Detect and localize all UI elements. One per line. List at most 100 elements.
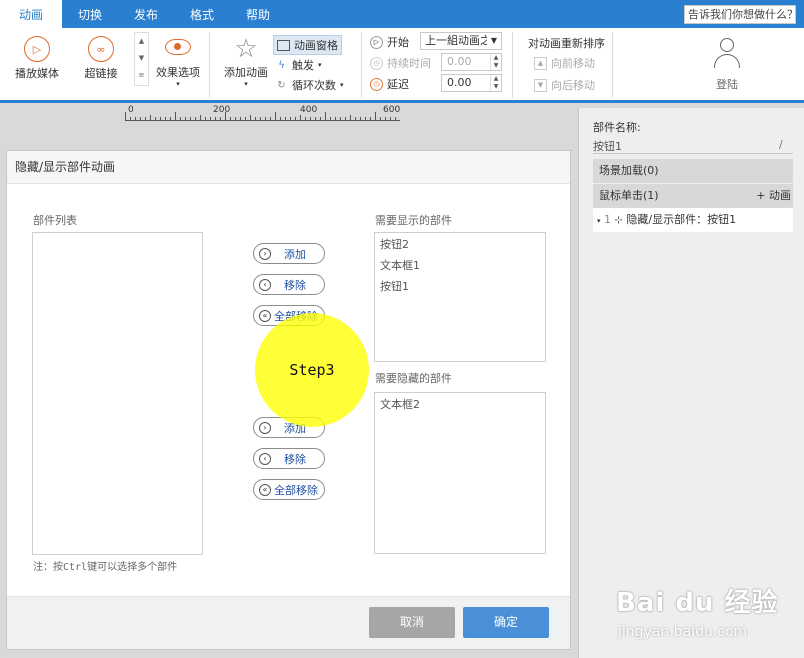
component-name-label: 部件名称: — [593, 121, 641, 134]
ruler-label: 600 — [383, 105, 401, 115]
mouse-click-section[interactable]: 鼠标单击(1) + 动画 — [593, 184, 793, 208]
remove-label: 移除 — [284, 278, 306, 292]
move-earlier-label: 向前移动 — [551, 57, 595, 70]
step-highlight: Step3 — [255, 313, 369, 427]
play-icon: ▷ — [24, 36, 50, 62]
stepper-arrows-icon[interactable]: ▲ ▼ — [490, 54, 501, 70]
components-list[interactable] — [32, 232, 203, 555]
list-item[interactable]: 文本框2 — [375, 394, 545, 415]
add-label: 添加 — [284, 247, 306, 261]
dialog-title: 隐藏/显示部件动画 — [7, 151, 570, 184]
move-later-label: 向后移动 — [551, 79, 595, 92]
delay-stepper[interactable]: 0.00 ▲ ▼ — [441, 74, 502, 92]
delay-value: 0.00 — [447, 76, 472, 89]
animation-pane-button[interactable]: 动画窗格 — [273, 35, 342, 55]
add-animation-label: 添加动画 — [224, 66, 268, 79]
chevron-left-icon: ‹ — [259, 452, 271, 465]
trigger-label: 触发 — [292, 59, 314, 72]
list-item[interactable]: 文本框1 — [375, 255, 545, 276]
divider — [612, 32, 613, 98]
animation-list-item[interactable]: ▾ 1 ⊹ 隐藏/显示部件：按钮1 — [593, 208, 793, 232]
divider — [512, 32, 513, 98]
duration-text: 持续时间 — [387, 57, 431, 70]
double-chevron-left-icon: « — [259, 309, 271, 322]
arrow-down-icon: ▼ — [534, 78, 547, 92]
link-icon: ∞ — [88, 36, 114, 62]
move-later-button[interactable]: ▼ 向后移动 — [534, 77, 595, 93]
horizontal-ruler: 0 200 400 600 — [125, 105, 400, 121]
chevron-left-icon: ‹ — [259, 278, 271, 291]
cancel-button[interactable]: 取消 — [369, 607, 455, 638]
tab-format[interactable]: 格式 — [174, 0, 230, 28]
ribbon-tab-bar: 动画 切换 发布 格式 帮助 告诉我们你想做什么？ — [0, 0, 804, 28]
edit-icon[interactable]: ∕ — [779, 138, 783, 151]
remove-all-hide-button[interactable]: « 全部移除 — [253, 479, 325, 500]
remove-all-label: 全部移除 — [274, 483, 318, 497]
scene-load-section[interactable]: 场景加载(0) — [593, 159, 793, 183]
show-label: 需要显示的部件 — [375, 214, 452, 227]
tab-transition[interactable]: 切换 — [62, 0, 118, 28]
watermark-url: jingyan.baidu.com — [618, 624, 748, 640]
hide-show-icon: ⊹ — [614, 215, 623, 226]
tab-animation[interactable]: 动画 — [0, 0, 62, 28]
loop-count-button[interactable]: ↻ 循环次数 ▾ — [275, 77, 343, 93]
effect-options-button[interactable]: 效果选项 ▾ — [152, 36, 204, 88]
add-animation-button[interactable]: ☆ 添加动画 ▾ — [220, 34, 272, 88]
chevron-right-icon: › — [259, 421, 271, 434]
eye-icon — [165, 39, 191, 55]
start-text: 开始 — [387, 36, 409, 49]
effect-options-label: 效果选项 — [156, 66, 200, 79]
step-label: Step3 — [289, 361, 335, 379]
loop-count-label: 循环次数 — [292, 79, 336, 92]
remove-hide-button[interactable]: ‹ 移除 — [253, 448, 325, 469]
animation-pane-label: 动画窗格 — [294, 39, 338, 52]
ruler-label: 0 — [128, 105, 134, 115]
user-icon — [712, 36, 742, 72]
stepper-arrows-icon[interactable]: ▲ ▼ — [490, 75, 501, 91]
hide-list[interactable]: 文本框2 — [374, 392, 546, 554]
arrow-up-icon: ▲ — [534, 56, 547, 70]
reorder-title: 对动画重新排序 — [528, 37, 605, 50]
clock-icon: ◷ — [370, 56, 383, 70]
play-media-button[interactable]: ▷ 播放媒体 — [8, 36, 66, 81]
loop-icon: ↻ — [277, 79, 286, 91]
gallery-scroll[interactable]: ▲ ▼ ≡ — [134, 32, 149, 86]
pane-icon — [277, 39, 290, 51]
hyperlink-button[interactable]: ∞ 超链接 — [72, 36, 130, 81]
baidu-watermark: Bai du 经验 jingyan.baidu.com — [608, 574, 804, 658]
delay-label: ◷ 延迟 — [370, 76, 409, 92]
play-media-label: 播放媒体 — [15, 67, 59, 80]
show-list[interactable]: 按钮2 文本框1 按钮1 — [374, 232, 546, 362]
move-earlier-button[interactable]: ▲ 向前移动 — [534, 55, 595, 71]
duration-stepper[interactable]: 0.00 ▲ ▼ — [441, 53, 502, 71]
chevron-down-icon: ▼ — [487, 33, 501, 49]
tab-help[interactable]: 帮助 — [230, 0, 286, 28]
hyperlink-label: 超链接 — [84, 67, 118, 80]
delay-icon: ◷ — [370, 77, 383, 91]
chevron-right-icon: › — [259, 247, 271, 260]
components-label: 部件列表 — [33, 214, 77, 227]
start-dropdown[interactable]: 上一組动画之 ▼ — [420, 32, 502, 50]
add-show-button[interactable]: › 添加 — [253, 243, 325, 264]
tell-me-search[interactable]: 告诉我们你想做什么？ — [684, 5, 796, 24]
tab-publish[interactable]: 发布 — [118, 0, 174, 28]
list-item[interactable]: 按钮2 — [375, 234, 545, 255]
ribbon-toolbar: ▷ 播放媒体 ∞ 超链接 ▲ ▼ ≡ 效果选项 ▾ ☆ 添加动画 ▾ 动画窗格 ϟ … — [0, 28, 804, 103]
add-animation-link[interactable]: + 动画 — [756, 184, 791, 208]
divider — [209, 32, 210, 98]
duration-label: ◷ 持续时间 — [370, 55, 431, 71]
divider — [361, 32, 362, 98]
star-icon: ☆ — [234, 34, 258, 64]
row-index: 1 — [604, 213, 612, 226]
remove-show-button[interactable]: ‹ 移除 — [253, 274, 325, 295]
ok-button[interactable]: 确定 — [463, 607, 549, 638]
list-item[interactable]: 按钮1 — [375, 276, 545, 297]
trigger-button[interactable]: ϟ 触发 ▾ — [275, 57, 321, 73]
delay-text: 延迟 — [387, 78, 409, 91]
row-text: 隐藏/显示部件：按钮1 — [626, 213, 737, 226]
ruler-label: 200 — [213, 105, 231, 115]
login-button[interactable]: 登陆 — [700, 36, 754, 92]
expand-icon[interactable]: ▾ — [597, 217, 601, 225]
hide-label: 需要隐藏的部件 — [375, 372, 452, 385]
login-label: 登陆 — [716, 78, 738, 91]
